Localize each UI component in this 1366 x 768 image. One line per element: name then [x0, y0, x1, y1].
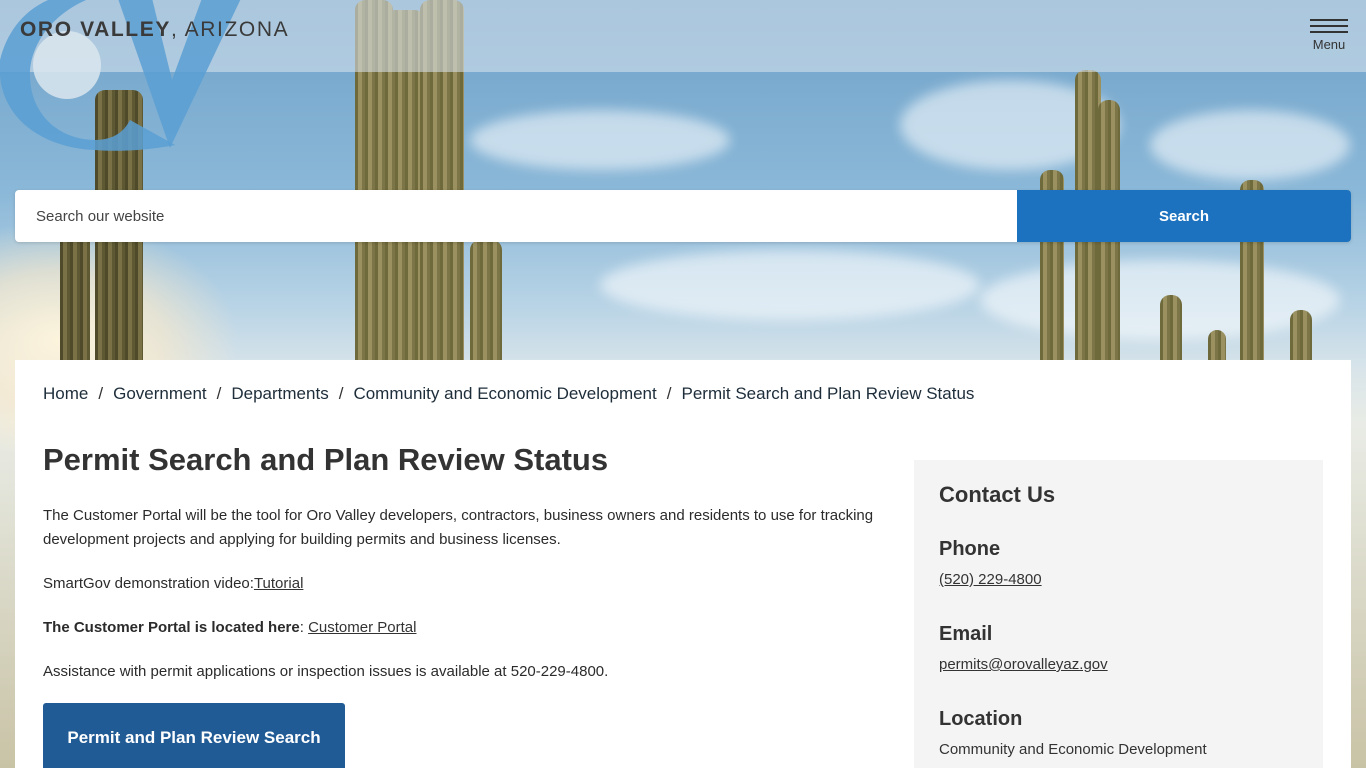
permit-plan-review-search-button[interactable]: Permit and Plan Review Search [43, 703, 345, 768]
email-section: Email permits@orovalleyaz.gov [939, 623, 1298, 674]
page-title: Permit Search and Plan Review Status [43, 442, 609, 477]
menu-label: Menu [1312, 37, 1346, 52]
contact-title: Contact Us [939, 482, 1056, 507]
location-section: Location Community and Economic Developm… [939, 708, 1298, 758]
assistance-paragraph: Assistance with permit applications or i… [43, 663, 609, 680]
contact-sidebar: Contact Us Phone (520) 229-4800 Email pe… [914, 460, 1323, 768]
portal-bold-text: The Customer Portal is located here [43, 619, 300, 636]
breadcrumb: Home / Government / Departments / Community an… [43, 384, 974, 404]
demo-paragraph: SmartGov demonstration video:Tutorial [43, 572, 893, 596]
breadcrumb-separator: / [98, 384, 104, 403]
logo-bold-text: ORO VALLEY [20, 18, 171, 41]
email-link[interactable]: permits@orovalleyaz.gov [939, 656, 1108, 673]
portal-colon: : [299, 619, 309, 636]
main-body: The Customer Portal will be the tool for… [43, 504, 893, 704]
search-input[interactable] [15, 190, 1017, 242]
breadcrumb-separator: / [216, 384, 222, 403]
breadcrumb-separator: / [338, 384, 344, 403]
intro-paragraph: The Customer Portal will be the tool for… [43, 507, 874, 548]
breadcrumb-home[interactable]: Home [43, 384, 88, 403]
phone-link[interactable]: (520) 229-4800 [939, 571, 1042, 588]
breadcrumb-current: Permit Search and Plan Review Status [681, 384, 975, 403]
logo-rest-text: , ARIZONA [170, 18, 290, 41]
hamburger-menu-icon [1310, 19, 1348, 33]
breadcrumb-separator: / [666, 384, 672, 403]
demo-prefix: SmartGov demonstration video: [43, 575, 254, 592]
content-panel: Home / Government / Departments / Community an… [15, 360, 1351, 768]
phone-section: Phone (520) 229-4800 [939, 538, 1298, 589]
search-button[interactable]: Search [1017, 190, 1351, 242]
location-value: Community and Economic Development [939, 741, 1207, 758]
portal-paragraph: The Customer Portal is located here: Cus… [43, 616, 893, 640]
email-heading: Email [939, 623, 993, 645]
menu-button[interactable]: Menu [1306, 14, 1352, 58]
breadcrumb-departments[interactable]: Departments [231, 384, 328, 403]
phone-heading: Phone [939, 538, 1001, 560]
customer-portal-link[interactable]: Customer Portal [308, 619, 416, 636]
breadcrumb-government[interactable]: Government [113, 384, 207, 403]
breadcrumb-community-economic-development[interactable]: Community and Economic Development [353, 384, 656, 403]
site-search: Search [15, 190, 1351, 242]
tutorial-link[interactable]: Tutorial [254, 575, 303, 592]
site-logo-title[interactable]: ORO VALLEY, ARIZONA [20, 18, 289, 42]
location-heading: Location [939, 708, 1023, 730]
